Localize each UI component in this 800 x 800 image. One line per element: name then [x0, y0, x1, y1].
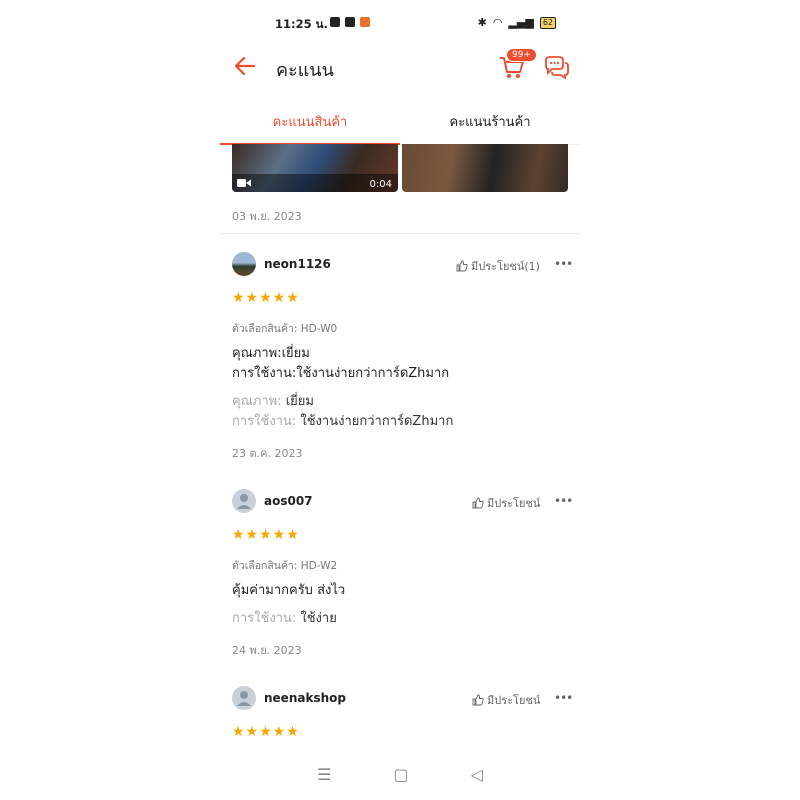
attribute-key: คุณภาพ: — [232, 394, 282, 409]
review-divider — [220, 233, 580, 234]
reviewer-username[interactable]: neon1126 — [264, 257, 331, 271]
reviewer-username[interactable]: aos007 — [264, 494, 313, 508]
attribute-value: ใช้งานง่ายกว่าการ์ดZhมาก — [300, 414, 454, 429]
system-nav-bar: ☰ ▢ ◁ — [220, 765, 580, 791]
product-variant: ตัวเลือกสินค้า: HD-W0 — [232, 323, 338, 335]
more-options-icon[interactable]: ••• — [554, 257, 573, 271]
avatar[interactable] — [232, 489, 256, 513]
attribute-value: เยี่ยม — [285, 394, 314, 409]
page-title: คะแนน — [276, 60, 334, 81]
notification-icons — [330, 17, 370, 27]
review-text-line: การใช้งาน:ใช้งานง่ายกว่าการ์ดZhมาก — [232, 366, 450, 381]
more-options-icon[interactable]: ••• — [554, 691, 573, 705]
tab-product-ratings[interactable]: คะแนนสินค้า — [220, 104, 400, 145]
helpful-button[interactable]: มีประโยชน์ — [472, 691, 540, 709]
attribute-key: การใช้งาน: — [232, 414, 297, 429]
review-attribute: คุณภาพ: เยี่ยม — [232, 392, 314, 412]
reviewer-username[interactable]: neenakshop — [264, 691, 346, 705]
app-notification-icon — [360, 17, 370, 27]
wifi-icon: ◠ — [492, 16, 503, 29]
cart-badge: 99+ — [506, 48, 537, 62]
product-variant: ตัวเลือกสินค้า: HD-W2 — [232, 560, 338, 572]
review-date: 23 ต.ค. 2023 — [232, 447, 303, 460]
thumbs-up-icon — [472, 497, 484, 509]
back-arrow-icon[interactable] — [232, 53, 258, 79]
status-time: 11:25 น. — [275, 17, 328, 31]
helpful-label: มีประโยชน์(1) — [471, 260, 540, 273]
review-text-line: คุณภาพ:เยี่ยม — [232, 346, 310, 361]
review-media: 0:04 — [232, 144, 568, 192]
signal-icon: ▂▄▆ — [508, 16, 534, 29]
shopping-bag-icon — [345, 17, 355, 27]
review-attribute: การใช้งาน: ใช้งานง่ายกว่าการ์ดZhมาก — [232, 412, 453, 432]
review-photo-thumbnail[interactable] — [402, 144, 568, 192]
review-attribute: การใช้งาน: ใช้ง่าย — [232, 609, 337, 629]
line-app-icon — [330, 17, 340, 27]
helpful-label: มีประโยชน์ — [487, 497, 541, 510]
review-video-thumbnail[interactable]: 0:04 — [232, 144, 398, 192]
video-duration: 0:04 — [369, 179, 392, 190]
helpful-label: มีประโยชน์ — [487, 694, 541, 707]
status-bar: 11:25 น. ✱ ◠ ▂▄▆ 62 — [220, 14, 580, 34]
attribute-key: การใช้งาน: — [232, 611, 297, 626]
default-user-icon — [237, 691, 251, 706]
tab-shop-ratings[interactable]: คะแนนร้านค้า — [400, 104, 580, 144]
system-icons: ✱ ◠ ▂▄▆ 62 — [478, 16, 556, 29]
phone-screen: 11:25 น. ✱ ◠ ▂▄▆ 62 คะแนน 99+ คะแนนสินค้… — [220, 0, 580, 800]
attribute-value: ใช้ง่าย — [300, 611, 337, 626]
star-rating: ★★★★★ — [232, 290, 300, 306]
star-rating: ★★★★★ — [232, 724, 300, 740]
thumbs-up-icon — [472, 694, 484, 706]
app-bar: คะแนน 99+ — [220, 45, 580, 89]
more-options-icon[interactable]: ••• — [554, 494, 573, 508]
recent-apps-icon[interactable]: ☰ — [317, 765, 331, 791]
rating-tabs: คะแนนสินค้า คะแนนร้านค้า — [220, 104, 580, 145]
back-nav-icon[interactable]: ◁ — [471, 765, 483, 791]
review-date: 03 พ.ย. 2023 — [232, 210, 302, 223]
battery-icon: 62 — [539, 16, 556, 29]
chat-icon[interactable] — [542, 55, 570, 81]
star-rating: ★★★★★ — [232, 527, 300, 543]
review-date: 24 พ.ย. 2023 — [232, 644, 302, 657]
thumbs-up-icon — [456, 260, 468, 272]
review-text-line: คุ้มค่ามากครับ ส่งไว — [232, 583, 346, 598]
bluetooth-icon: ✱ — [477, 16, 487, 29]
default-user-icon — [237, 494, 251, 509]
helpful-button[interactable]: มีประโยชน์ — [472, 494, 540, 512]
avatar[interactable] — [232, 686, 256, 710]
home-icon[interactable]: ▢ — [393, 765, 408, 791]
video-camera-icon — [237, 179, 251, 187]
helpful-button[interactable]: มีประโยชน์(1) — [456, 257, 540, 275]
avatar[interactable] — [232, 252, 256, 276]
